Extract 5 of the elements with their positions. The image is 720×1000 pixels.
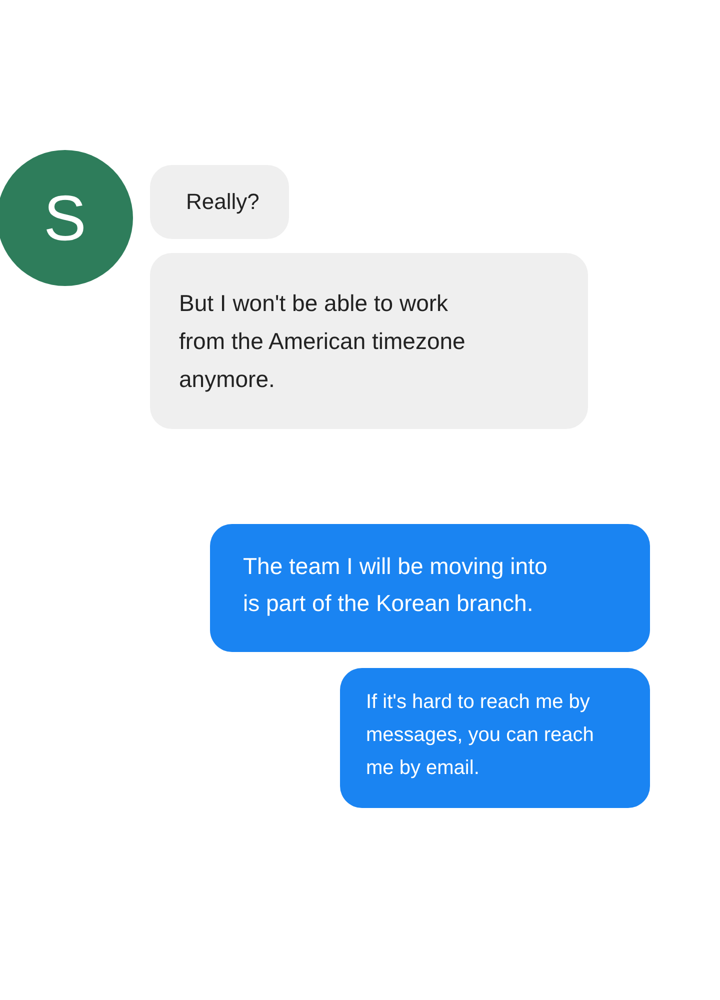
sent-message: The team I will be moving into is part of the Korean branch. bbox=[210, 524, 650, 652]
received-message: Really? bbox=[150, 165, 290, 239]
sent-message: If it's hard to reach me by messages, you can reach me by email. bbox=[340, 668, 650, 808]
received-message: But I won't be able to work from the American timezone anymore. bbox=[150, 253, 588, 429]
avatar-initial: S bbox=[44, 186, 86, 250]
